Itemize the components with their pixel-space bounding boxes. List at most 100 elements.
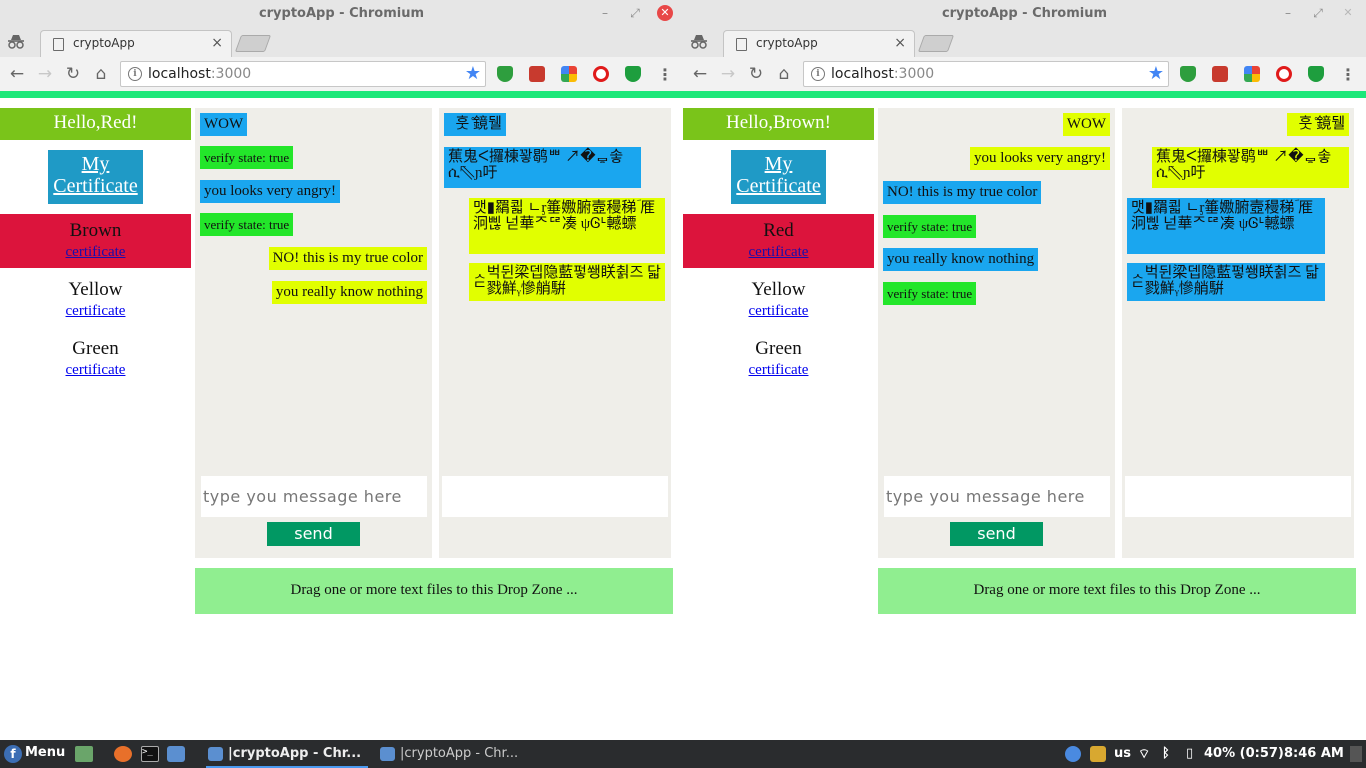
info-icon[interactable]: i [811, 67, 825, 81]
forward-arrow-icon[interactable]: → [717, 63, 739, 85]
home-icon[interactable]: ⌂ [90, 63, 112, 85]
maximize-button[interactable]: ⤢ [1310, 5, 1326, 21]
message-bubble: you really know nothing [883, 248, 1038, 271]
forward-arrow-icon[interactable]: → [34, 63, 56, 85]
maximize-button[interactable]: ⤢ [627, 5, 643, 21]
window-title: cryptoApp - Chromium [683, 6, 1366, 21]
cipher-bubble: ⇞ 𪁐 훗 ̊鏡𣗁𥚇뒐 [1287, 113, 1349, 136]
bluetooth-icon[interactable]: ᛒ [1162, 746, 1170, 761]
new-tab-button[interactable] [918, 35, 954, 52]
bookmark-star-icon[interactable]: ★ [465, 63, 481, 84]
bookmark-extension-icon[interactable] [529, 66, 545, 82]
bookmark-star-icon[interactable]: ★ [1148, 63, 1164, 84]
drop-zone[interactable]: Drag one or more text files to this Drop… [878, 568, 1356, 614]
taskbar: f Menu >_ |cryptoApp - Chr... |cryptoApp… [0, 740, 1366, 768]
privacy-shield-extension-icon[interactable] [1308, 66, 1324, 82]
address-bar[interactable]: i localhost:3000 ★ [803, 61, 1169, 87]
page-content: Hello,Brown! My Certificate Red certific… [683, 98, 1366, 740]
message-input[interactable] [201, 476, 427, 517]
incognito-icon [6, 34, 26, 50]
minimize-button[interactable]: – [1280, 5, 1296, 21]
taskbar-window-1[interactable]: |cryptoApp - Chr... [206, 740, 368, 768]
certificate-link[interactable]: certificate [0, 360, 191, 380]
shield-extension-icon[interactable] [497, 66, 513, 82]
certificate-link[interactable]: certificate [683, 242, 874, 262]
certificate-link[interactable]: certificate [683, 360, 874, 380]
contact-green[interactable]: Green certificate [683, 332, 874, 386]
minimize-button[interactable]: – [597, 5, 613, 21]
cipher-bubble: 맷▮羂쾳 ㄴᶉ箠嫐腑壼䅼稊𨀍ؔ 㕍�泂𨃼𣄸삖𨝚 넏華ᄌᅞ凑 ψᎶᒻ轗螵 [1127, 198, 1325, 254]
contact-red[interactable]: Red certificate [683, 214, 874, 268]
contact-green[interactable]: Green certificate [0, 332, 191, 386]
accent-line [0, 91, 683, 98]
menu-kebab-icon[interactable]: ⋮ [657, 65, 673, 84]
back-arrow-icon[interactable]: ← [689, 63, 711, 85]
google-extension-icon[interactable] [1244, 66, 1260, 82]
drop-zone[interactable]: Drag one or more text files to this Drop… [195, 568, 673, 614]
my-certificate-button[interactable]: My Certificate [731, 150, 826, 204]
wifi-icon[interactable]: ⌔ [1138, 746, 1150, 762]
taskbar-window-2[interactable]: |cryptoApp - Chr... [378, 740, 540, 768]
tab-strip: cryptoApp × [0, 28, 683, 57]
chromium-icon[interactable] [167, 746, 185, 762]
send-button[interactable]: send [267, 522, 360, 546]
title-bar[interactable]: cryptoApp - Chromium – ⤢ ✕ [0, 0, 683, 28]
ciphertext-output [442, 476, 668, 517]
tab-close-icon[interactable]: × [894, 35, 906, 51]
address-bar[interactable]: i localhost:3000 ★ [120, 61, 486, 87]
chromium-icon [208, 747, 223, 761]
firefox-icon[interactable] [114, 746, 132, 762]
browser-toolbar: ← → ↻ ⌂ i localhost:3000 ★ ⋮ [0, 57, 683, 91]
tab-cryptoapp[interactable]: cryptoApp × [40, 30, 232, 57]
close-button[interactable]: ✕ [1340, 5, 1356, 21]
home-icon[interactable]: ⌂ [773, 63, 795, 85]
message-bubble: NO! this is my true color [883, 181, 1041, 204]
tab-cryptoapp[interactable]: cryptoApp × [723, 30, 915, 57]
tab-close-icon[interactable]: × [211, 35, 223, 51]
reload-icon[interactable]: ↻ [62, 63, 84, 85]
privacy-shield-extension-icon[interactable] [625, 66, 641, 82]
start-menu-button[interactable]: Menu [25, 745, 65, 760]
message-bubble: you looks very angry! [200, 180, 340, 203]
send-button[interactable]: send [950, 522, 1043, 546]
cipher-bubble: 蕉𪟦鬼𥔚𫸨ᐸ攞棟꽣鹖ᄈ ↗�ᇢ𣕟✣솧ሲ⇖ɲ吁𪙹 [444, 147, 641, 188]
contact-yellow[interactable]: Yellow certificate [0, 273, 191, 327]
package-icon[interactable] [1090, 746, 1106, 762]
info-icon[interactable]: i [128, 67, 142, 81]
terminal-icon[interactable]: >_ [141, 746, 159, 762]
keyboard-layout[interactable]: us [1114, 746, 1131, 761]
ciphertext-chat-panel: ⇞ 𪁐 훗 ̊鏡𣗁𥚇뒐 蕉𪟦鬼𥔚𫸨ᐸ攞棟꽣鹖ᄈ ↗�ᇢ𣕟✣솧ሲ⇖ɲ吁𪙹 맷▮羂쾳… [439, 108, 671, 558]
message-bubble: NO! this is my true color [269, 247, 427, 270]
ciphertext-chat-panel: ⇞ 𪁐 훗 ̊鏡𣗁𥚇뒐 蕉𪟦鬼𥔚𫸨ᐸ攞棟꽣鹖ᄈ ↗�ᇢ𣕟✣솧ሲ⇖ɲ吁𪙹 맷▮羂쾳… [1122, 108, 1354, 558]
my-certificate-button[interactable]: My Certificate [48, 150, 143, 204]
sidebar: Hello,Brown! My Certificate Red certific… [683, 108, 874, 386]
contact-yellow[interactable]: Yellow certificate [683, 273, 874, 327]
message-bubble: WOW [1063, 113, 1110, 136]
greeting-banner: Hello,Brown! [683, 108, 874, 140]
fedora-icon[interactable]: f [4, 745, 22, 763]
certificate-link[interactable]: certificate [0, 301, 191, 321]
chromium-tray-icon[interactable] [1065, 746, 1081, 762]
menu-kebab-icon[interactable]: ⋮ [1340, 65, 1356, 84]
adblock-extension-icon[interactable] [1276, 66, 1292, 82]
back-arrow-icon[interactable]: ← [6, 63, 28, 85]
file-manager-icon[interactable] [75, 746, 93, 762]
show-desktop-button[interactable] [1350, 746, 1362, 762]
new-tab-button[interactable] [235, 35, 271, 52]
plaintext-chat-panel: WOW you looks very angry! NO! this is my… [878, 108, 1115, 558]
certificate-link[interactable]: certificate [683, 301, 874, 321]
clock[interactable]: 8:46 AM [1284, 746, 1344, 761]
cipher-bubble: ᆺ벅뒨梁뎁隐藍펗쐥眹췱즈𠕓 蚹梵닯ᄃ戮鮮ᵧ慘艄騈𪨴 [1127, 263, 1325, 301]
bookmark-extension-icon[interactable] [1212, 66, 1228, 82]
battery-icon[interactable]: ▯ [1186, 746, 1193, 761]
reload-icon[interactable]: ↻ [745, 63, 767, 85]
task-label: |cryptoApp - Chr... [400, 746, 518, 761]
message-input[interactable] [884, 476, 1110, 517]
shield-extension-icon[interactable] [1180, 66, 1196, 82]
certificate-link[interactable]: certificate [0, 242, 191, 262]
adblock-extension-icon[interactable] [593, 66, 609, 82]
google-extension-icon[interactable] [561, 66, 577, 82]
close-button[interactable]: ✕ [657, 5, 673, 21]
contact-brown[interactable]: Brown certificate [0, 214, 191, 268]
title-bar[interactable]: cryptoApp - Chromium – ⤢ ✕ [683, 0, 1366, 28]
